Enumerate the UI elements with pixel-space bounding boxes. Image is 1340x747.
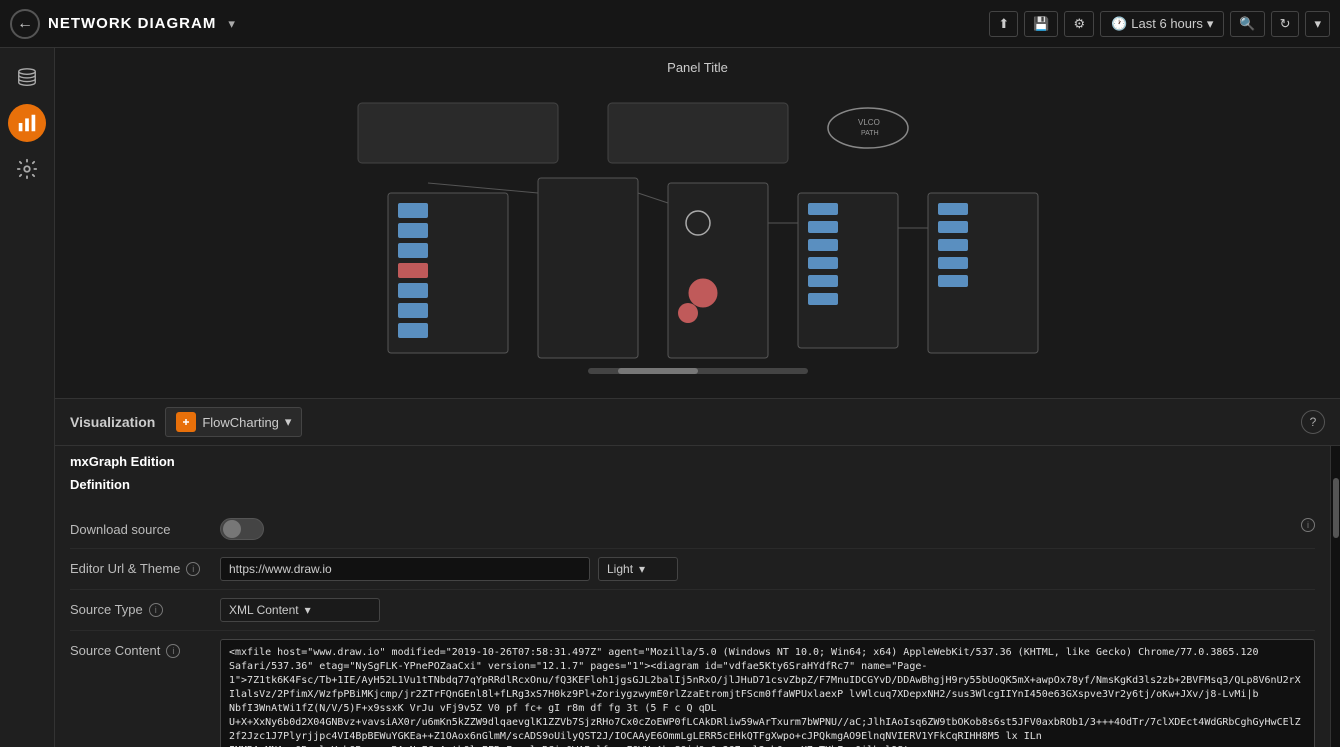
back-button[interactable]: ←: [10, 9, 40, 39]
settings-content: Download source i: [55, 500, 1330, 747]
download-source-value: [220, 518, 1301, 540]
download-source-toggle[interactable]: [220, 518, 264, 540]
main-area: Panel Title VLCO PATH: [0, 48, 1340, 747]
database-icon: [16, 66, 38, 88]
source-content-label: Source Content i: [70, 639, 220, 658]
time-range-button[interactable]: 🕐 Last 6 hours ▾: [1100, 11, 1224, 37]
source-content-info-icon[interactable]: i: [166, 644, 180, 658]
theme-caret-icon: ▾: [639, 562, 645, 576]
source-type-value: XML Content ▾: [220, 598, 1315, 622]
scrollbar-track: [1331, 446, 1340, 747]
app-title: NETWORK DIAGRAM: [48, 15, 216, 32]
definition-title: Definition: [70, 477, 1315, 492]
clock-icon: 🕐: [1111, 16, 1127, 32]
more-button[interactable]: ▾: [1305, 11, 1330, 37]
download-source-label: Download source: [70, 518, 220, 537]
svg-text:PATH: PATH: [861, 130, 879, 137]
editor-url-value: Light ▾: [220, 557, 1315, 581]
panel-container: Panel Title VLCO PATH: [55, 48, 1340, 747]
diagram-svg: VLCO PATH: [308, 83, 1088, 383]
refresh-icon: ↻: [1280, 16, 1291, 32]
save-icon: 💾: [1033, 16, 1049, 32]
sidebar-item-gear[interactable]: [8, 150, 46, 188]
viz-header: Visualization FlowCharting ▾ ?: [55, 399, 1340, 446]
scrollbar-thumb[interactable]: [1333, 478, 1339, 538]
source-type-text: XML Content: [229, 603, 299, 617]
panel-with-scrollbar: mxGraph Edition Definition Download sour…: [55, 446, 1340, 747]
plugin-selector[interactable]: FlowCharting ▾: [165, 407, 302, 437]
sidebar-item-db[interactable]: [8, 58, 46, 96]
mxgraph-headers: mxGraph Edition Definition: [55, 446, 1330, 500]
chart-icon: [16, 112, 38, 134]
settings-icon: ⚙: [1073, 16, 1085, 32]
source-type-caret-icon: ▾: [305, 603, 311, 617]
top-header: ← NETWORK DIAGRAM ▾ ⬆ 💾 ⚙ 🕐 Last 6 hours…: [0, 0, 1340, 48]
time-label: Last 6 hours: [1131, 16, 1203, 31]
source-type-selector[interactable]: XML Content ▾: [220, 598, 380, 622]
editor-url-label: Editor Url & Theme i: [70, 557, 220, 576]
panel-inner: mxGraph Edition Definition Download sour…: [55, 446, 1330, 747]
visualization-label: Visualization: [70, 414, 155, 430]
back-icon: ←: [17, 15, 33, 33]
editor-url-input[interactable]: [220, 557, 590, 581]
toggle-knob: [223, 520, 241, 538]
left-sidebar: [0, 48, 55, 747]
time-caret-icon: ▾: [1207, 16, 1214, 32]
header-left: ← NETWORK DIAGRAM ▾: [10, 9, 235, 39]
title-caret-icon[interactable]: ▾: [228, 16, 235, 32]
source-content-value: <mxfile host="www.draw.io" modified="201…: [220, 639, 1315, 747]
svg-text:VLCO: VLCO: [858, 118, 880, 127]
dropdown-icon: ▾: [1314, 16, 1321, 32]
settings-button[interactable]: ⚙: [1064, 11, 1094, 37]
right-scrollbar[interactable]: [1330, 446, 1340, 747]
theme-selector[interactable]: Light ▾: [598, 557, 678, 581]
share-button[interactable]: ⬆: [989, 11, 1018, 37]
panel-title: Panel Title: [667, 60, 728, 75]
help-label: ?: [1310, 415, 1317, 429]
refresh-button[interactable]: ↻: [1271, 11, 1300, 37]
mxgraph-edition-title: mxGraph Edition: [70, 454, 1315, 469]
editor-url-row: Editor Url & Theme i Light ▾: [70, 549, 1315, 590]
plugin-icon: [176, 412, 196, 432]
header-right: ⬆ 💾 ⚙ 🕐 Last 6 hours ▾ 🔍 ↻ ▾: [989, 11, 1330, 37]
share-icon: ⬆: [998, 16, 1009, 32]
source-content-textarea[interactable]: <mxfile host="www.draw.io" modified="201…: [220, 639, 1315, 747]
source-type-row: Source Type i XML Content ▾: [70, 590, 1315, 631]
plugin-name: FlowCharting: [202, 415, 279, 430]
gear-icon: [16, 158, 38, 180]
help-button[interactable]: ?: [1301, 410, 1325, 434]
download-source-info-icon[interactable]: i: [1301, 518, 1315, 532]
sidebar-item-analytics[interactable]: [8, 104, 46, 142]
editor-url-info-icon[interactable]: i: [186, 562, 200, 576]
source-type-info-icon[interactable]: i: [149, 603, 163, 617]
save-button[interactable]: 💾: [1024, 11, 1058, 37]
plugin-caret-icon: ▾: [285, 414, 292, 430]
diagram-area: Panel Title VLCO PATH: [55, 48, 1340, 398]
search-icon: 🔍: [1239, 16, 1255, 32]
search-button[interactable]: 🔍: [1230, 11, 1264, 37]
bottom-panel: Visualization FlowCharting ▾ ? mxGraph E…: [55, 398, 1340, 747]
source-content-row: Source Content i <mxfile host="www.draw.…: [70, 631, 1315, 747]
source-type-label: Source Type i: [70, 598, 220, 617]
theme-value: Light: [607, 562, 633, 576]
download-source-row: Download source i: [70, 510, 1315, 549]
network-diagram: VLCO PATH: [55, 48, 1340, 398]
